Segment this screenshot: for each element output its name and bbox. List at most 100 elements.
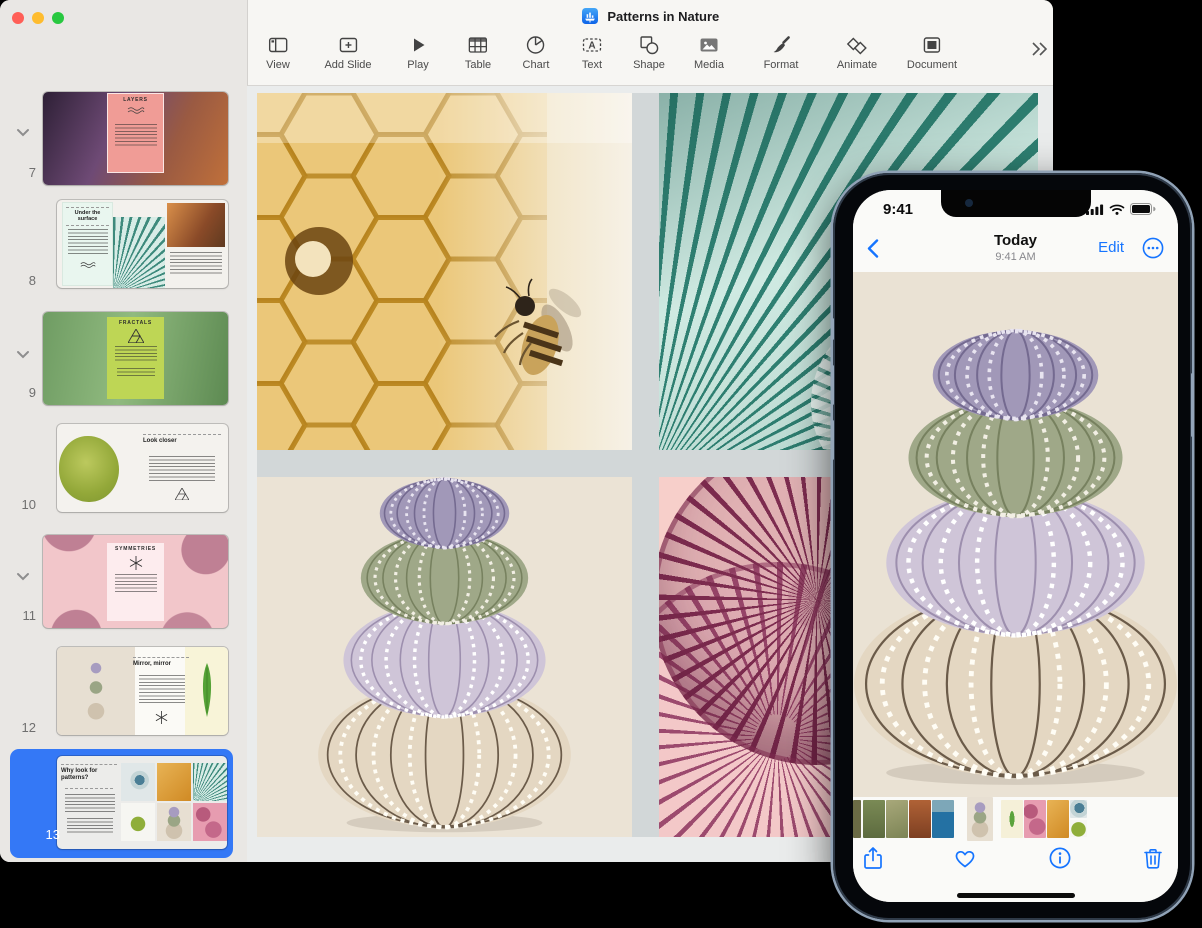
- add-slide-button[interactable]: Add Slide: [324, 34, 371, 71]
- slide-7-title: LAYERS: [108, 97, 163, 103]
- view-panel-icon: [267, 34, 289, 56]
- disclosure-chevron-icon[interactable]: [16, 128, 30, 137]
- photo-honeycomb-bee[interactable]: [257, 93, 632, 450]
- gills-photo-mini: [113, 217, 165, 288]
- card-quote-text: [67, 818, 113, 834]
- toolbar-overflow-button[interactable]: [1029, 38, 1049, 61]
- photo-thumbnail-selected[interactable]: [967, 797, 993, 841]
- photo-thumbnail[interactable]: [1001, 800, 1023, 838]
- window-title-bar: Patterns in Nature: [248, 8, 1053, 24]
- leaf-panel-mini: [185, 647, 228, 735]
- chart-button[interactable]: Chart: [523, 34, 550, 71]
- media-button[interactable]: Media: [694, 34, 724, 71]
- play-button[interactable]: Play: [407, 34, 429, 71]
- delete-button[interactable]: [1140, 845, 1166, 871]
- format-button[interactable]: Format: [764, 34, 799, 71]
- slide-thumbnail-11[interactable]: SYMMETRIES: [43, 535, 228, 628]
- image-icon: [698, 34, 720, 56]
- play-icon: [407, 34, 429, 56]
- silence-switch: [831, 318, 834, 340]
- volume-up-button: [831, 365, 834, 405]
- photo-thumbnail[interactable]: [1070, 800, 1087, 818]
- favorite-button[interactable]: [952, 845, 978, 871]
- battery-icon: [1130, 203, 1156, 215]
- card-body-text: [65, 794, 115, 814]
- fractals-card: FRACTALS: [107, 317, 164, 399]
- card-body-text: [139, 675, 185, 703]
- iphone-screen: 9:41 Today 9:41 AM Edit: [853, 190, 1178, 902]
- edit-button[interactable]: Edit: [1098, 239, 1124, 256]
- under-surface-card: Under the surface: [62, 202, 113, 286]
- slide-thumbnail-13[interactable]: Why look for patterns?: [57, 756, 227, 849]
- photo-urchin-stack[interactable]: [257, 477, 632, 837]
- table-button[interactable]: Table: [465, 34, 491, 71]
- slide-9-title: FRACTALS: [107, 320, 164, 326]
- volume-down-button: [831, 420, 834, 460]
- slide-thumbnail-9[interactable]: FRACTALS: [43, 312, 228, 405]
- squiggle-icon: [126, 106, 146, 116]
- table-grid-icon: [467, 34, 489, 56]
- slide-number: 7: [0, 165, 36, 180]
- canyon-photo-mini: [167, 203, 225, 247]
- selected-slide-highlight: Why look for patterns? 13: [10, 749, 233, 858]
- slide-navigator: LAYERS 7 Under the surface 8 FRACTALS: [0, 0, 247, 862]
- status-time: 9:41: [883, 201, 913, 218]
- close-button[interactable]: [12, 12, 24, 24]
- share-button[interactable]: [860, 845, 886, 871]
- slide-thumbnail-12[interactable]: Mirror, mirror: [57, 647, 228, 735]
- double-chevron-right-icon: [1029, 38, 1049, 58]
- zoom-button[interactable]: [52, 12, 64, 24]
- photo-thumbnail[interactable]: [909, 800, 931, 838]
- photo-thumbnail[interactable]: [932, 800, 954, 838]
- info-button[interactable]: [1047, 845, 1073, 871]
- plus-box-icon: [337, 34, 359, 56]
- animate-button[interactable]: Animate: [837, 34, 877, 71]
- card-body-text: [149, 456, 215, 482]
- photo-thumbnail[interactable]: [1024, 800, 1046, 838]
- sierpinski-triangle-icon: [128, 329, 144, 343]
- photo-thumbnail[interactable]: [863, 800, 885, 838]
- slide-10-title: Look closer: [143, 434, 221, 445]
- shapes-icon: [638, 34, 660, 56]
- shape-button[interactable]: Shape: [633, 34, 665, 71]
- card-body-text: [115, 574, 157, 592]
- slide-thumbnail-10[interactable]: Look closer: [57, 424, 228, 512]
- honeycomb-photo-mini: [157, 763, 191, 801]
- text-button[interactable]: A Text: [581, 34, 603, 71]
- slide-thumbnail-8[interactable]: Under the surface: [57, 200, 228, 288]
- slide-number: 13: [10, 827, 60, 842]
- photo-thumbnail[interactable]: [886, 800, 908, 838]
- more-button[interactable]: [1142, 237, 1164, 259]
- photo-thumbnail[interactable]: [1047, 800, 1069, 838]
- gills-photo-mini: [193, 763, 227, 801]
- disclosure-chevron-icon[interactable]: [16, 572, 30, 581]
- photo-thumbnail[interactable]: [1070, 820, 1087, 837]
- shell-photo-mini: [121, 763, 155, 801]
- leaf-icon: [199, 663, 215, 717]
- photo-thumbnail[interactable]: [853, 800, 861, 838]
- nav-subtitle: 9:41 AM: [853, 251, 1178, 263]
- urchin-photo-mini: [57, 647, 135, 735]
- card-quote-text: [117, 368, 155, 376]
- card-body-text: [115, 124, 157, 148]
- view-button[interactable]: View: [266, 34, 290, 71]
- pink-slices-photo-mini: [193, 803, 227, 841]
- iphone: 9:41 Today 9:41 AM Edit: [833, 173, 1192, 920]
- slide-number: 9: [0, 385, 36, 400]
- photos-nav-bar: Today 9:41 AM Edit: [853, 226, 1178, 273]
- diamonds-icon: [846, 34, 868, 56]
- disclosure-chevron-icon[interactable]: [16, 350, 30, 359]
- layers-card: LAYERS: [107, 93, 164, 173]
- caption-text: [170, 252, 222, 274]
- document-button[interactable]: Document: [907, 34, 957, 71]
- paintbrush-icon: [770, 34, 792, 56]
- keynote-app-icon: [582, 8, 598, 24]
- home-indicator[interactable]: [957, 893, 1075, 898]
- photos-bottom-bar: [853, 797, 1178, 902]
- slide-thumbnail-7[interactable]: LAYERS: [43, 92, 228, 185]
- minimize-button[interactable]: [32, 12, 44, 24]
- squiggle-icon: [79, 261, 97, 270]
- pie-chart-icon: [525, 34, 547, 56]
- photo-view-urchin-stack[interactable]: [853, 272, 1178, 797]
- slide-8-title: Under the surface: [66, 207, 109, 223]
